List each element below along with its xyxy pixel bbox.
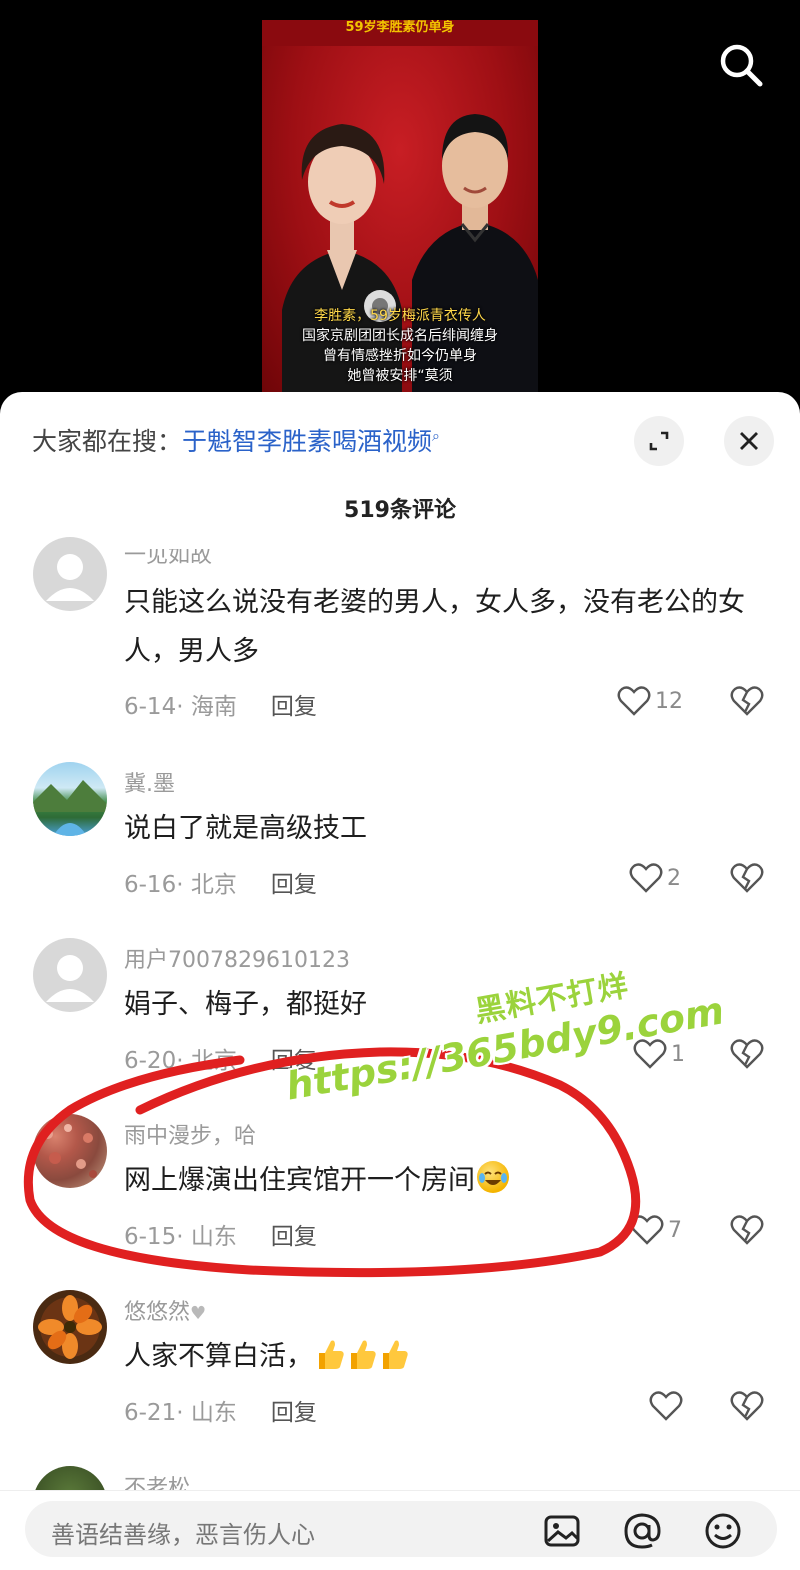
- video-banner-text: 59岁李胜素仍单身: [262, 20, 538, 46]
- comment-username-text: 悠悠然: [124, 1300, 191, 1325]
- emoji-icon[interactable]: [703, 1511, 743, 1551]
- hot-search-label: 大家都在搜：: [32, 427, 183, 456]
- comment-meta: 6-14· 海南 回复: [124, 694, 317, 720]
- heart-icon: [629, 863, 663, 893]
- comment-item: 一见如故 只能这么说没有老婆的男人，女人多，没有老公的女人，男人多 6-14· …: [0, 537, 800, 727]
- hot-search-bar[interactable]: 大家都在搜：于魁智李胜素喝酒视频⌕: [32, 422, 440, 458]
- heart-icon: [649, 1391, 683, 1421]
- reply-button[interactable]: 回复: [271, 1224, 317, 1250]
- comment-text: 人家不算白活，: [124, 1332, 754, 1381]
- close-icon: [740, 432, 758, 450]
- comment-item: 用户7007829610123 娟子、梅子，都挺好 6-20· 北京 回复 1: [0, 938, 800, 1114]
- landscape-photo[interactable]: [33, 762, 107, 836]
- like-button[interactable]: 2: [629, 862, 681, 894]
- search-small-icon: ⌕: [432, 428, 440, 445]
- comment-item: 悠悠然♥ 人家不算白活， 6-21· 山东 回复: [0, 1290, 800, 1466]
- thumbs-up-emoji: [383, 1340, 408, 1369]
- comment-meta: 6-15· 山东 回复: [124, 1224, 317, 1250]
- comment-count: 519条评论: [344, 498, 456, 523]
- comment-location: 山东: [190, 1400, 237, 1426]
- flowers-photo[interactable]: [33, 1114, 107, 1188]
- hot-search-keyword[interactable]: 于魁智李胜素喝酒视频: [182, 427, 432, 456]
- like-button[interactable]: 1: [633, 1038, 685, 1070]
- comment-username[interactable]: 冀.墨: [124, 766, 175, 798]
- heart-icon: [617, 686, 651, 716]
- heart-icon: [633, 1039, 667, 1069]
- comment-location: 山东: [190, 1224, 237, 1250]
- laughing-tears-emoji: [477, 1161, 509, 1193]
- comment-username[interactable]: 一见如故: [124, 549, 212, 569]
- comment-date: 6-14: [124, 694, 177, 720]
- comment-username[interactable]: 悠悠然♥: [124, 1294, 206, 1326]
- comment-text-body: 网上爆演出住宾馆开一个房间: [124, 1165, 475, 1196]
- default-avatar-icon[interactable]: [33, 537, 107, 611]
- like-count: 1: [671, 1041, 685, 1067]
- reply-button[interactable]: 回复: [271, 1048, 317, 1074]
- comment-item: 雨中漫步，哈 网上爆演出住宾馆开一个房间 6-15· 山东 回复 7: [0, 1114, 800, 1290]
- comment-username[interactable]: 用户7007829610123: [124, 942, 350, 974]
- comment-text: 网上爆演出住宾馆开一个房间: [124, 1156, 754, 1205]
- orange-flower-photo[interactable]: [33, 1290, 107, 1364]
- comment-item: 冀.墨 说白了就是高级技工 6-16· 北京 回复 2: [0, 762, 800, 938]
- like-button[interactable]: 7: [630, 1214, 682, 1246]
- comment-username[interactable]: 雨中漫步，哈: [124, 1118, 256, 1150]
- comment-item: 不老松: [0, 1466, 800, 1490]
- comment-location: 海南: [190, 694, 237, 720]
- comment-location: 北京: [190, 872, 237, 898]
- comment-date: 6-20: [124, 1048, 177, 1074]
- video-caption-line: 她曾被安排“莫须: [347, 368, 453, 384]
- like-count: 7: [668, 1217, 682, 1243]
- search-icon[interactable]: [718, 42, 764, 88]
- thumbs-up-emoji: [351, 1340, 376, 1369]
- broken-heart-icon[interactable]: [730, 862, 764, 894]
- mention-icon[interactable]: [622, 1511, 662, 1551]
- expand-button[interactable]: [634, 416, 684, 466]
- reply-button[interactable]: 回复: [271, 872, 317, 898]
- close-button[interactable]: [724, 416, 774, 466]
- comment-text: 娟子、梅子，都挺好: [124, 989, 367, 1020]
- thumbs-up-emoji: [319, 1340, 344, 1369]
- video-thumbnail[interactable]: 59岁李胜素仍单身 李胜素，59岁梅派青衣传人 国家京剧团团长成名后绯闻缠身 曾…: [262, 20, 538, 392]
- reply-button[interactable]: 回复: [271, 1400, 317, 1426]
- comment-meta: 6-16· 北京 回复: [124, 872, 317, 898]
- comment-location: 北京: [190, 1048, 237, 1074]
- video-player[interactable]: 59岁李胜素仍单身 李胜素，59岁梅派青衣传人 国家京剧团团长成名后绯闻缠身 曾…: [0, 0, 800, 400]
- comment-date: 6-15: [124, 1224, 177, 1250]
- tree-photo[interactable]: [33, 1466, 107, 1490]
- like-count: 12: [655, 688, 683, 714]
- broken-heart-icon[interactable]: [730, 1214, 764, 1246]
- like-button[interactable]: [649, 1390, 683, 1422]
- comment-input-bar: 善语结善缘，恶言伤人心: [0, 1490, 800, 1570]
- comment-text: 说白了就是高级技工: [124, 813, 367, 844]
- video-caption-line: 曾有情感挫折如今仍单身: [323, 348, 477, 364]
- comment-date: 6-21: [124, 1400, 177, 1426]
- broken-heart-icon[interactable]: [730, 1390, 764, 1422]
- image-icon[interactable]: [542, 1511, 582, 1551]
- default-avatar-icon[interactable]: [33, 938, 107, 1012]
- broken-heart-icon[interactable]: [730, 685, 764, 717]
- broken-heart-icon[interactable]: [730, 1038, 764, 1070]
- like-button[interactable]: 12: [617, 685, 683, 717]
- expand-icon: [649, 431, 669, 451]
- comment-input[interactable]: 善语结善缘，恶言伤人心: [25, 1501, 777, 1557]
- comment-username[interactable]: 不老松: [124, 1470, 190, 1490]
- comment-meta: 6-20· 北京 回复: [124, 1048, 317, 1074]
- comment-text: 只能这么说没有老婆的男人，女人多，没有老公的女人，男人多: [124, 587, 745, 667]
- reply-button[interactable]: 回复: [271, 694, 317, 720]
- video-caption-line: 国家京剧团团长成名后绯闻缠身: [302, 328, 498, 344]
- comment-input-placeholder: 善语结善缘，恶言伤人心: [51, 1521, 315, 1549]
- heart-icon: [630, 1215, 664, 1245]
- video-caption-line: 李胜素，59岁梅派青衣传人: [314, 308, 486, 324]
- comment-date: 6-16: [124, 872, 177, 898]
- video-caption: 李胜素，59岁梅派青衣传人 国家京剧团团长成名后绯闻缠身 曾有情感挫折如今仍单身…: [262, 306, 538, 386]
- like-count: 2: [667, 865, 681, 891]
- comment-meta: 6-21· 山东 回复: [124, 1400, 317, 1426]
- heart-badge-icon: ♥: [190, 1303, 207, 1324]
- comment-text-body: 人家不算白活，: [124, 1341, 313, 1372]
